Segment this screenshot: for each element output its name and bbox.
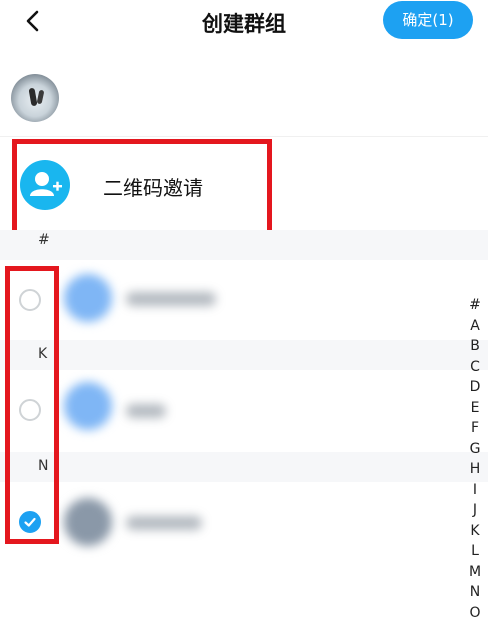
- index-letter[interactable]: H: [462, 459, 488, 480]
- section-header: N: [0, 452, 488, 482]
- index-letter[interactable]: N: [462, 582, 488, 603]
- index-letter[interactable]: O: [462, 603, 488, 623]
- contact-avatar: [64, 382, 112, 430]
- confirm-button[interactable]: 确定(1): [383, 1, 473, 39]
- qr-invite-highlight-frame: [12, 139, 272, 237]
- selected-member-avatar[interactable]: [11, 74, 59, 122]
- index-letter[interactable]: B: [462, 336, 488, 357]
- contact-row[interactable]: [0, 374, 460, 442]
- contact-name-blurred: [126, 516, 202, 530]
- alphabet-index-bar[interactable]: # A B C D E F G H I J K L M N O: [462, 295, 488, 623]
- selected-members-bar: [0, 64, 488, 137]
- index-letter[interactable]: G: [462, 439, 488, 460]
- contact-name-blurred: [126, 404, 166, 418]
- contact-name-blurred: [126, 292, 216, 306]
- checkbox-highlight-frame: [5, 266, 59, 544]
- index-letter[interactable]: D: [462, 377, 488, 398]
- contact-avatar: [64, 274, 112, 322]
- header-bar: 创建群组 确定(1): [0, 0, 488, 44]
- section-header: K: [0, 340, 488, 370]
- index-letter[interactable]: J: [462, 500, 488, 521]
- index-letter[interactable]: K: [462, 521, 488, 542]
- index-letter[interactable]: L: [462, 541, 488, 562]
- contact-row[interactable]: [0, 262, 460, 330]
- index-letter[interactable]: M: [462, 562, 488, 583]
- contact-row[interactable]: [0, 486, 460, 554]
- section-letter: #: [38, 232, 50, 248]
- index-letter[interactable]: C: [462, 357, 488, 378]
- section-header: #: [0, 230, 488, 260]
- index-letter[interactable]: I: [462, 480, 488, 501]
- contact-avatar: [64, 498, 112, 546]
- index-letter[interactable]: E: [462, 398, 488, 419]
- index-letter[interactable]: F: [462, 418, 488, 439]
- index-letter[interactable]: #: [462, 295, 488, 316]
- index-letter[interactable]: A: [462, 316, 488, 337]
